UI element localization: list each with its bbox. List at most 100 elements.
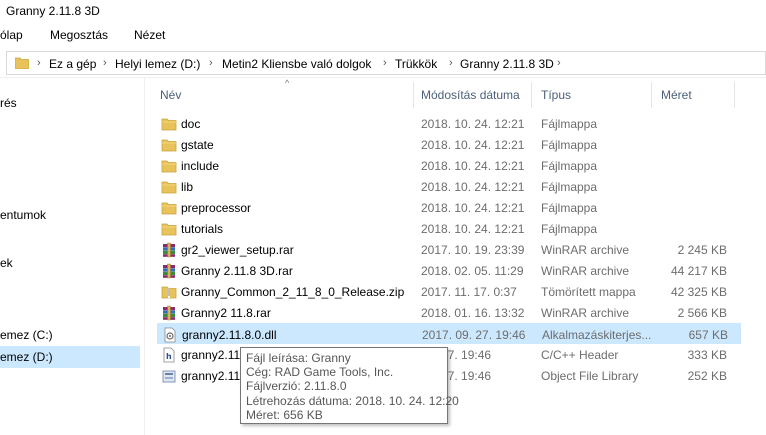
- address-row: › Ez a gép › Helyi lemez (D:) › Metin2 K…: [0, 48, 766, 78]
- tab-share[interactable]: Megosztás: [50, 28, 108, 42]
- tooltip-created: Létrehozás dátuma: 2018. 10. 24. 12:20: [246, 393, 459, 408]
- chevron-right-icon[interactable]: ›: [37, 57, 41, 69]
- file-size: 44 217 KB: [670, 264, 727, 278]
- tooltip-size: Méret: 656 KB: [246, 407, 323, 422]
- file-row[interactable]: tutorials 2018. 10. 24. 12:21 Fájlmappa: [157, 218, 741, 239]
- column-separator[interactable]: [734, 82, 735, 108]
- column-type[interactable]: Típus: [541, 88, 571, 102]
- breadcrumb-tricks[interactable]: Trükkök: [395, 57, 437, 71]
- pane-divider[interactable]: [144, 78, 145, 435]
- file-type: WinRAR archive: [541, 306, 630, 320]
- file-date: 2018. 10. 24. 12:21: [421, 159, 525, 173]
- nav-item-drive-d[interactable]: emez (D:): [0, 346, 140, 368]
- file-name: doc: [181, 117, 201, 131]
- tab-start[interactable]: ólap: [0, 28, 23, 42]
- file-date: 2017. 11. 17. 0:37: [421, 285, 517, 299]
- folder-icon: [161, 118, 177, 131]
- file-size: 42 325 KB: [670, 285, 727, 299]
- file-row[interactable]: Granny2 11.8.rar 2018. 01. 16. 13:32 WinRA…: [157, 302, 741, 323]
- file-name: granny2.11.8.0.dll: [182, 328, 277, 342]
- file-size: 2 245 KB: [677, 243, 727, 257]
- column-separator[interactable]: [531, 82, 532, 108]
- breadcrumb-this-pc[interactable]: Ez a gép: [49, 57, 96, 71]
- folder-icon: [161, 139, 177, 152]
- file-type: Fájlmappa: [541, 138, 598, 152]
- column-size[interactable]: Méret: [661, 88, 692, 102]
- file-date: 2018. 01. 16. 13:32: [421, 306, 525, 320]
- chevron-right-icon[interactable]: ›: [449, 57, 453, 69]
- file-date: 2018. 10. 24. 12:21: [421, 117, 525, 131]
- file-type: Fájlmappa: [541, 222, 598, 236]
- file-date: 2018. 10. 24. 12:21: [421, 201, 525, 215]
- file-row[interactable]: preprocessor 2018. 10. 24. 12:21 Fájlmappa: [157, 197, 741, 218]
- folder-icon: [15, 57, 29, 69]
- breadcrumb-metin2[interactable]: Metin2 Kliensbe való dolgok: [222, 57, 371, 71]
- tooltip-company: Cég: RAD Game Tools, Inc.: [246, 365, 394, 380]
- file-row[interactable]: granny2.11.8.0.dll 2017. 09. 27. 19:46 Alk…: [157, 323, 741, 344]
- folder-icon: [161, 160, 177, 173]
- file-name: Granny2 11.8.rar: [181, 306, 271, 320]
- library-file-icon: [162, 370, 176, 383]
- ribbon: ólap Megosztás Nézet: [0, 22, 766, 48]
- breadcrumb-granny[interactable]: Granny 2.11.8 3D: [460, 57, 554, 71]
- address-bar[interactable]: › Ez a gép › Helyi lemez (D:) › Metin2 K…: [6, 51, 766, 75]
- nav-item-pictures[interactable]: ek: [0, 252, 140, 274]
- navigation-pane: rés entumok ek emez (C:) emez (D:): [0, 78, 140, 435]
- window-title: Granny 2.11.8 3D: [6, 4, 100, 18]
- chevron-right-icon[interactable]: ›: [103, 57, 107, 69]
- file-row[interactable]: doc 2018. 10. 24. 12:21 Fájlmappa: [157, 113, 741, 134]
- file-size: 2 566 KB: [677, 306, 727, 320]
- file-type: Object File Library: [541, 369, 639, 383]
- dll-file-icon: [164, 327, 176, 343]
- file-row[interactable]: Granny_Common_2_11_8_0_Release.zip 2017. …: [157, 281, 741, 302]
- file-date: 2017. 10. 19. 23:39: [421, 243, 525, 257]
- nav-item-quick-access[interactable]: rés: [0, 92, 140, 114]
- file-name: lib: [181, 180, 194, 194]
- file-size: 333 KB: [687, 348, 727, 362]
- nav-item-label: rés: [0, 96, 17, 110]
- column-separator[interactable]: [413, 82, 414, 108]
- file-type: Alkalmazáskiterjes...: [542, 328, 652, 342]
- file-row[interactable]: include 2018. 10. 24. 12:21 Fájlmappa: [157, 155, 741, 176]
- column-separator[interactable]: [651, 82, 652, 108]
- file-row[interactable]: lib 2018. 10. 24. 12:21 Fájlmappa: [157, 176, 741, 197]
- column-name[interactable]: Név: [160, 88, 181, 102]
- svg-text:h: h: [166, 352, 172, 361]
- file-type: Fájlmappa: [541, 201, 598, 215]
- file-name: include: [181, 159, 220, 173]
- nav-item-documents[interactable]: entumok: [0, 204, 140, 226]
- column-date[interactable]: Módosítás dátuma: [421, 88, 520, 102]
- file-date: 2018. 10. 24. 12:21: [421, 180, 525, 194]
- file-row[interactable]: Granny 2.11.8 3D.rar 2018. 02. 05. 11:29 W…: [157, 260, 741, 281]
- file-type: WinRAR archive: [541, 243, 630, 257]
- rar-archive-icon: [163, 305, 175, 321]
- file-type: Tömörített mappa: [541, 285, 636, 299]
- rar-archive-icon: [163, 242, 175, 258]
- file-type: Fájlmappa: [541, 159, 598, 173]
- header-file-icon: h: [163, 347, 175, 363]
- file-type: Fájlmappa: [541, 117, 598, 131]
- file-row[interactable]: gr2_viewer_setup.rar 2017. 10. 19. 23:39 W…: [157, 239, 741, 260]
- file-date: 2017. 09. 27. 19:46: [422, 328, 526, 342]
- nav-item-drive-c[interactable]: emez (C:): [0, 324, 140, 346]
- nav-item-label: entumok: [0, 208, 47, 222]
- folder-icon: [161, 202, 177, 215]
- rar-archive-icon: [163, 263, 175, 279]
- file-type: C/C++ Header: [541, 348, 619, 362]
- folder-icon: [161, 223, 177, 236]
- file-row[interactable]: gstate 2018. 10. 24. 12:21 Fájlmappa: [157, 134, 741, 155]
- tooltip-version: Fájlverzió: 2.11.8.0: [246, 379, 347, 394]
- file-type: Fájlmappa: [541, 180, 598, 194]
- file-name: gr2_viewer_setup.rar: [181, 243, 294, 257]
- chevron-right-icon[interactable]: ›: [557, 57, 561, 69]
- file-name: Granny 2.11.8 3D.rar: [181, 264, 293, 278]
- chevron-right-icon[interactable]: ›: [209, 57, 213, 69]
- file-size: 657 KB: [688, 328, 728, 342]
- column-header: ^ Név Módosítás dátuma Típus Méret: [145, 78, 766, 110]
- file-type: WinRAR archive: [541, 264, 630, 278]
- breadcrumb-drive-d[interactable]: Helyi lemez (D:): [115, 57, 200, 71]
- file-info-tooltip: Fájl leírása: Granny Cég: RAD Game Tools…: [240, 347, 459, 424]
- chevron-right-icon[interactable]: ›: [383, 57, 387, 69]
- tab-view[interactable]: Nézet: [134, 28, 165, 42]
- file-name: gstate: [181, 138, 214, 152]
